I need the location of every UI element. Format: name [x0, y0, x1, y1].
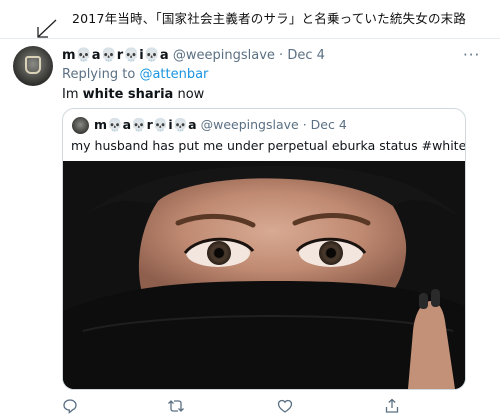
avatar[interactable] [13, 46, 53, 86]
quoted-photo[interactable] [63, 161, 465, 389]
tweet-text: Im white sharia now [62, 87, 204, 102]
quoted-header: m💀a💀r💀i💀a @weepingslave · Dec 4 [94, 117, 347, 133]
tweet-text-part1: Im [62, 87, 83, 102]
quoted-display-name: m💀a💀r💀i💀a [94, 117, 197, 132]
avatar-figure-icon [25, 56, 41, 74]
quoted-text: my husband has put me under perpetual eb… [71, 138, 466, 153]
photo-illustration [63, 161, 465, 389]
caption-text: 2017年当時、「国家社会主義者のサラ」と名乗っていた統失女の末路 [72, 11, 467, 26]
reply-icon[interactable] [62, 398, 78, 414]
reply-prefix: Replying to [62, 67, 140, 82]
handle[interactable]: @weepingslave [173, 48, 275, 63]
tweet-text-bold: white sharia [82, 87, 174, 102]
arrow-icon [37, 19, 57, 38]
reply-to-link[interactable]: @attenbar [139, 67, 208, 82]
divider [0, 38, 500, 39]
timestamp[interactable]: Dec 4 [287, 48, 325, 63]
like-heart-icon[interactable] [277, 398, 293, 414]
tweet-text-part2: now [173, 87, 205, 102]
separator-dot: · [279, 48, 284, 63]
quoted-tweet-card[interactable]: m💀a💀r💀i💀a @weepingslave · Dec 4 my husba… [62, 108, 466, 390]
retweet-icon[interactable] [167, 398, 185, 414]
quoted-separator-dot: · [302, 117, 307, 132]
display-name[interactable]: m💀a💀r💀i💀a [62, 48, 169, 63]
tweet-actions [62, 398, 466, 416]
share-icon[interactable] [384, 398, 400, 414]
quoted-timestamp: Dec 4 [310, 117, 347, 132]
quoted-handle: @weepingslave [200, 117, 299, 132]
replying-to: Replying to @attenbar [62, 67, 208, 82]
quoted-avatar [72, 117, 89, 134]
tweet-header: m💀a💀r💀i💀a @weepingslave · Dec 4 [62, 48, 325, 63]
more-options-icon[interactable]: ··· [463, 46, 480, 64]
